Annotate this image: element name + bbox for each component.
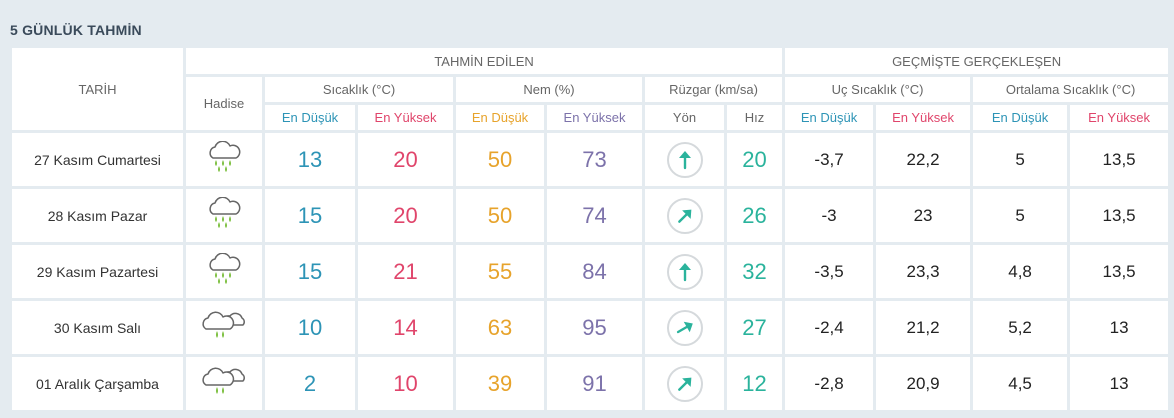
wind-speed-cell: 27	[727, 301, 783, 354]
wind-direction-cell	[645, 301, 724, 354]
wind-direction-cell	[645, 189, 724, 242]
hum-max-cell: 73	[547, 133, 642, 186]
section-title: 5 GÜNLÜK TAHMİN	[10, 22, 142, 38]
wind-speed-cell: 20	[727, 133, 783, 186]
event-cell	[186, 357, 262, 410]
avg-min-cell: 4,8	[973, 245, 1068, 298]
hum-max-cell: 95	[547, 301, 642, 354]
ext-min-cell: -3,5	[785, 245, 874, 298]
date-cell: 30 Kasım Salı	[12, 301, 183, 354]
wind-speed-cell: 12	[727, 357, 783, 410]
humidity-header: Nem (%)	[456, 77, 642, 102]
ext-max-cell: 21,2	[876, 301, 971, 354]
avg-min-cell: 5,2	[973, 301, 1068, 354]
event-header: Hadise	[186, 77, 262, 130]
extreme-temp-header: Uç Sıcaklık (°C)	[785, 77, 971, 102]
avg-max-cell: 13,5	[1070, 133, 1169, 186]
table-row: 29 Kasım Pazartesi 15 21 55 84 32 -3,5 2…	[12, 245, 1169, 298]
wind-direction-cell	[645, 245, 724, 298]
rain-cloud-icon	[204, 252, 244, 290]
temp-min-cell: 10	[265, 301, 355, 354]
avg-max-header: En Yüksek	[1070, 105, 1169, 130]
date-header: TARİH	[12, 48, 183, 130]
forecast-group-header: TAHMİN EDİLEN	[186, 48, 783, 74]
ext-min-cell: -3,7	[785, 133, 874, 186]
temp-min-header: En Düşük	[265, 105, 355, 130]
hum-min-cell: 55	[456, 245, 544, 298]
temp-max-cell: 10	[358, 357, 453, 410]
event-cell	[186, 245, 262, 298]
rain-cloud-icon	[204, 196, 244, 234]
table-row: 01 Aralık Çarşamba 2 10 39 91 12 -2,8 20…	[12, 357, 1169, 410]
temperature-header: Sıcaklık (°C)	[265, 77, 453, 102]
hum-max-cell: 84	[547, 245, 642, 298]
wind-direction-cell	[645, 133, 724, 186]
temp-max-cell: 20	[358, 189, 453, 242]
date-cell: 27 Kasım Cumartesi	[12, 133, 183, 186]
temp-max-header: En Yüksek	[358, 105, 453, 130]
wind-header: Rüzgar (km/sa)	[645, 77, 783, 102]
rain-cloud-icon	[204, 140, 244, 178]
temp-max-cell: 20	[358, 133, 453, 186]
wind-speed-cell: 26	[727, 189, 783, 242]
table-row: 28 Kasım Pazar 15 20 50 74 26 -3 23 5 13…	[12, 189, 1169, 242]
ext-max-header: En Yüksek	[876, 105, 971, 130]
wind-arrow-icon	[666, 365, 703, 402]
hum-max-header: En Yüksek	[547, 105, 642, 130]
table-row: 27 Kasım Cumartesi 13 20 50 73 20 -3,7 2…	[12, 133, 1169, 186]
temp-max-cell: 14	[358, 301, 453, 354]
hum-min-cell: 39	[456, 357, 544, 410]
forecast-table: TARİH TAHMİN EDİLEN GEÇMİŞTE GERÇEKLEŞEN…	[9, 45, 1171, 413]
avg-max-cell: 13	[1070, 357, 1169, 410]
wind-arrow-icon	[666, 253, 703, 290]
wind-speed-header: Hız	[727, 105, 783, 130]
ext-min-cell: -2,8	[785, 357, 874, 410]
avg-min-cell: 5	[973, 189, 1068, 242]
hum-max-cell: 74	[547, 189, 642, 242]
hum-min-cell: 50	[456, 133, 544, 186]
past-group-header: GEÇMİŞTE GERÇEKLEŞEN	[785, 48, 1169, 74]
avg-min-header: En Düşük	[973, 105, 1068, 130]
ext-min-header: En Düşük	[785, 105, 874, 130]
avg-max-cell: 13,5	[1070, 245, 1169, 298]
wind-speed-cell: 32	[727, 245, 783, 298]
temp-min-cell: 15	[265, 189, 355, 242]
wind-arrow-icon	[666, 309, 703, 346]
avg-temp-header: Ortalama Sıcaklık (°C)	[973, 77, 1169, 102]
avg-min-cell: 5	[973, 133, 1068, 186]
ext-max-cell: 20,9	[876, 357, 971, 410]
event-cell	[186, 133, 262, 186]
ext-max-cell: 22,2	[876, 133, 971, 186]
temp-min-cell: 2	[265, 357, 355, 410]
wind-direction-cell	[645, 357, 724, 410]
wind-arrow-icon	[666, 141, 703, 178]
avg-max-cell: 13	[1070, 301, 1169, 354]
date-cell: 01 Aralık Çarşamba	[12, 357, 183, 410]
ext-max-cell: 23,3	[876, 245, 971, 298]
hum-min-header: En Düşük	[456, 105, 544, 130]
wind-arrow-icon	[666, 197, 703, 234]
temp-min-cell: 15	[265, 245, 355, 298]
hum-min-cell: 63	[456, 301, 544, 354]
date-cell: 29 Kasım Pazartesi	[12, 245, 183, 298]
temp-max-cell: 21	[358, 245, 453, 298]
avg-max-cell: 13,5	[1070, 189, 1169, 242]
cloudy-rain-icon	[200, 365, 248, 402]
ext-min-cell: -2,4	[785, 301, 874, 354]
table-row: 30 Kasım Salı 10 14 63 95 27 -2,4 21,2 5…	[12, 301, 1169, 354]
date-cell: 28 Kasım Pazar	[12, 189, 183, 242]
event-cell	[186, 189, 262, 242]
ext-min-cell: -3	[785, 189, 874, 242]
ext-max-cell: 23	[876, 189, 971, 242]
event-cell	[186, 301, 262, 354]
hum-max-cell: 91	[547, 357, 642, 410]
cloudy-rain-icon	[200, 309, 248, 346]
hum-min-cell: 50	[456, 189, 544, 242]
wind-direction-header: Yön	[645, 105, 724, 130]
avg-min-cell: 4,5	[973, 357, 1068, 410]
temp-min-cell: 13	[265, 133, 355, 186]
